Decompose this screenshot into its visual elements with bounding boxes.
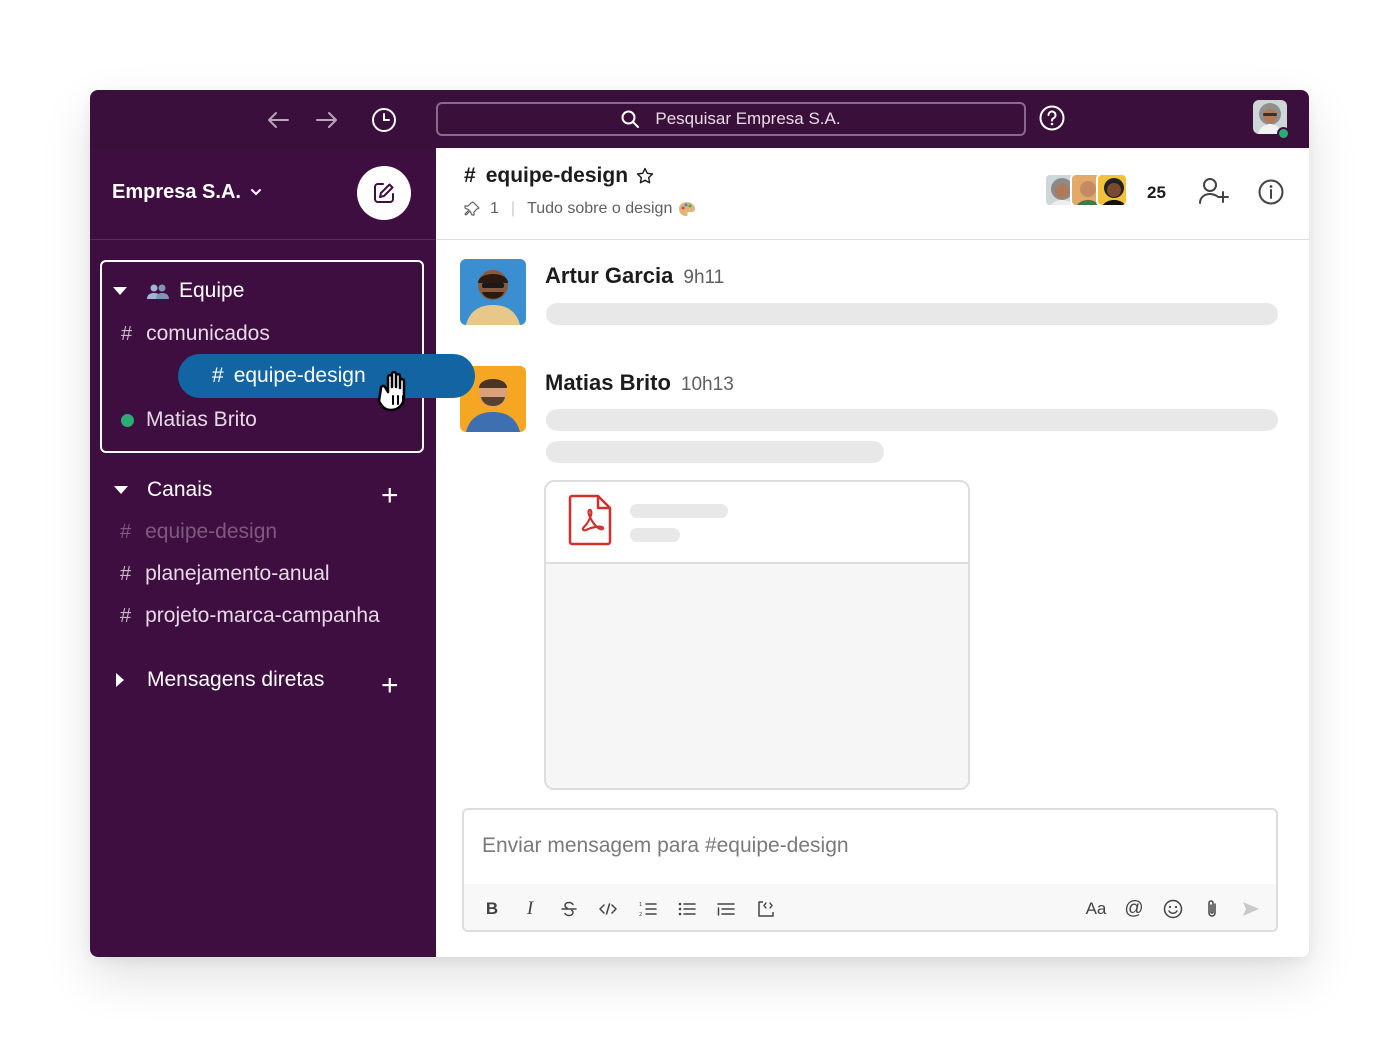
add-channel-icon[interactable]: +	[381, 481, 399, 511]
file-preview	[546, 564, 968, 788]
mention-button[interactable]: @	[1122, 898, 1146, 920]
arrow-left-icon[interactable]	[263, 105, 293, 135]
message: Artur Garcia 9h11	[460, 259, 1280, 339]
sidebar: Empresa S.A. Equipe # comunicados # equi…	[90, 148, 475, 957]
info-icon[interactable]	[1258, 179, 1284, 210]
caret-down-icon	[114, 486, 128, 494]
message-timestamp[interactable]: 10h13	[681, 374, 734, 395]
compose-icon	[374, 183, 394, 203]
section-equipe-title: Equipe	[179, 279, 245, 302]
italic-button[interactable]: I	[518, 898, 542, 920]
hash-icon: #	[212, 364, 224, 387]
section-canais-title: Canais	[147, 478, 213, 501]
emoji-icon[interactable]	[1161, 898, 1185, 920]
sidebar-item-label: projeto-marca-campanha	[145, 604, 380, 627]
message-text-placeholder	[546, 409, 1278, 431]
channel-header: # equipe-design 1 | Tudo sobre o design	[436, 148, 1309, 240]
bullet-list-icon[interactable]	[675, 898, 699, 920]
add-person-icon[interactable]	[1198, 176, 1230, 211]
workspace-name[interactable]: Empresa S.A.	[112, 181, 241, 204]
text-format-button[interactable]: Aa	[1082, 898, 1110, 920]
section-dm-title: Mensagens diretas	[147, 668, 325, 691]
strikethrough-icon[interactable]	[557, 898, 581, 920]
hash-icon: #	[120, 562, 132, 585]
file-meta-placeholder	[630, 528, 680, 542]
section-dm-header[interactable]: Mensagens diretas	[116, 668, 324, 692]
compose-button[interactable]	[357, 166, 411, 220]
file-attachment-header	[546, 482, 968, 564]
code-block-icon[interactable]	[754, 898, 778, 920]
blockquote-icon[interactable]	[714, 898, 738, 920]
sidebar-item-label: planejamento-anual	[145, 562, 330, 585]
arrow-right-icon[interactable]	[312, 105, 342, 135]
star-icon[interactable]	[636, 167, 654, 185]
presence-indicator	[121, 413, 134, 427]
sidebar-item-label: comunicados	[146, 322, 270, 345]
avatar[interactable]	[460, 259, 526, 325]
search-input[interactable]: Pesquisar Empresa S.A.	[436, 102, 1026, 136]
presence-indicator	[1277, 127, 1290, 140]
message-text-placeholder	[546, 441, 884, 463]
sidebar-item-projeto-marca-campanha[interactable]: # projeto-marca-campanha	[120, 604, 380, 628]
paperclip-icon[interactable]	[1200, 898, 1224, 920]
author-name: Artur Garcia	[545, 263, 674, 288]
svg-text:1: 1	[639, 902, 642, 908]
file-attachment[interactable]	[544, 480, 970, 790]
caret-right-icon	[116, 673, 124, 687]
chevron-down-icon[interactable]	[250, 184, 262, 202]
avatar	[1096, 173, 1128, 207]
palette-icon	[678, 201, 696, 217]
caret-down-icon	[113, 287, 127, 295]
ordered-list-icon[interactable]: 12	[636, 898, 660, 920]
search-icon	[621, 110, 640, 128]
author-name: Matias Brito	[545, 370, 671, 395]
section-equipe-header[interactable]: Equipe	[113, 279, 244, 303]
file-name-placeholder	[630, 504, 728, 518]
hash-icon: #	[464, 164, 476, 187]
sidebar-item-label: Matias Brito	[146, 408, 257, 431]
people-icon	[147, 283, 169, 299]
search-placeholder: Pesquisar Empresa S.A.	[655, 109, 841, 128]
pin-icon[interactable]	[464, 201, 480, 217]
message-timestamp[interactable]: 9h11	[683, 267, 724, 288]
main-pane: # equipe-design 1 | Tudo sobre o design	[436, 148, 1309, 957]
separator: |	[510, 200, 516, 217]
top-bar: Pesquisar Empresa S.A.	[90, 90, 1309, 148]
code-icon[interactable]	[596, 898, 620, 920]
hash-icon: #	[120, 604, 132, 627]
message-author[interactable]: Artur Garcia 9h11	[545, 263, 724, 289]
message-text-placeholder	[546, 303, 1278, 325]
grab-cursor-icon	[373, 368, 419, 419]
sidebar-item-label: equipe-design	[233, 364, 366, 387]
app-window: Pesquisar Empresa S.A. Empresa S.A. Equi…	[90, 90, 1309, 957]
channel-subheader: 1 | Tudo sobre o design	[464, 200, 696, 218]
section-canais-header[interactable]: Canais	[114, 478, 212, 502]
message-author[interactable]: Matias Brito 10h13	[545, 370, 734, 396]
pinned-count[interactable]: 1	[490, 200, 499, 218]
channel-title[interactable]: # equipe-design	[464, 164, 654, 188]
sidebar-item-matias-brito[interactable]: Matias Brito	[121, 408, 257, 432]
sidebar-item-comunicados[interactable]: # comunicados	[121, 322, 270, 346]
add-dm-icon[interactable]: +	[381, 671, 399, 701]
message-composer: Enviar mensagem para #equipe-design B I …	[462, 808, 1278, 932]
channel-topic[interactable]: Tudo sobre o design	[527, 200, 672, 218]
sidebar-item-equipe-design-placeholder: # equipe-design	[120, 520, 277, 544]
svg-text:2: 2	[639, 912, 642, 917]
bold-button[interactable]: B	[480, 898, 504, 920]
sidebar-item-equipe-design-dragging[interactable]: # equipe-design	[178, 354, 475, 398]
formatting-toolbar: B I 12 Aa @	[464, 884, 1276, 930]
hash-icon: #	[120, 520, 132, 543]
pdf-icon	[568, 492, 614, 553]
message-input[interactable]: Enviar mensagem para #equipe-design	[482, 834, 849, 858]
sidebar-item-label: equipe-design	[145, 520, 278, 543]
hash-icon: #	[121, 322, 133, 345]
workspace-header: Empresa S.A.	[90, 148, 436, 240]
clock-icon[interactable]	[369, 105, 399, 135]
member-count[interactable]: 25	[1147, 183, 1166, 203]
sidebar-item-planejamento-anual[interactable]: # planejamento-anual	[120, 562, 330, 586]
channel-name: equipe-design	[485, 164, 629, 187]
question-circle-icon[interactable]	[1039, 105, 1065, 131]
member-avatars[interactable]	[1044, 173, 1128, 207]
send-icon[interactable]	[1239, 898, 1263, 920]
